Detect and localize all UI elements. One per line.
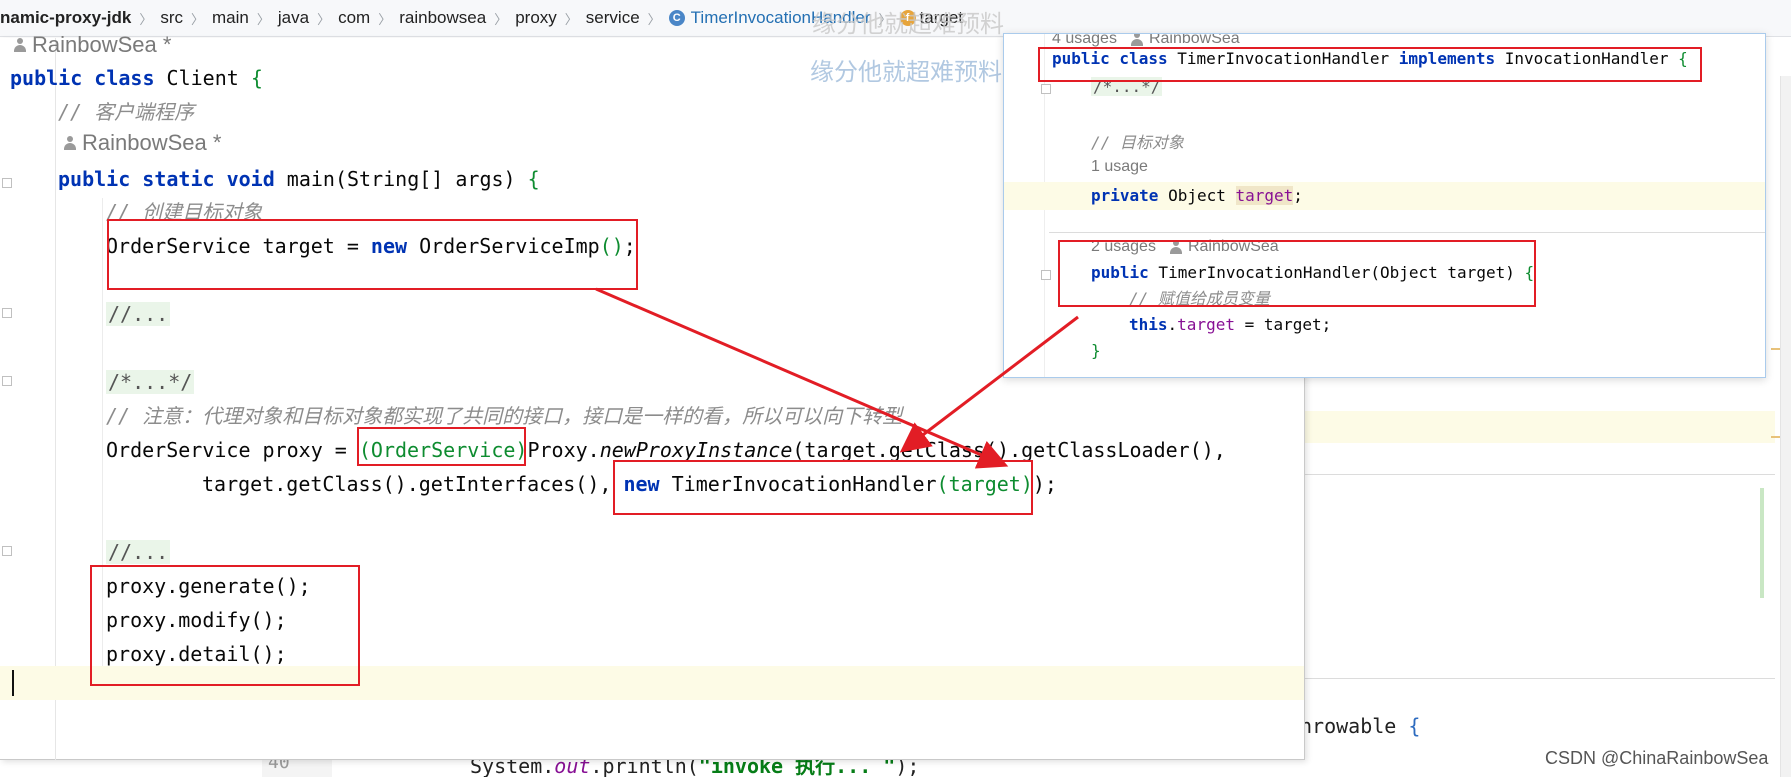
chevron-right-icon: 〉	[317, 11, 331, 27]
code-line-field[interactable]: private Object target;	[1091, 185, 1303, 207]
watermark-text: 缘分他就超难预料	[812, 11, 1004, 38]
code-line-class-decl[interactable]: public class Client {	[10, 64, 263, 92]
breadcrumb-project[interactable]: namic-proxy-jdk	[0, 8, 131, 28]
breadcrumb-java[interactable]: java	[278, 8, 309, 28]
code-line-close[interactable]: }	[1091, 340, 1101, 362]
highlight-box-calls	[90, 565, 360, 686]
gutter-divider	[55, 38, 56, 760]
credit-watermark: CSDN @ChinaRainbowSea	[1545, 748, 1769, 768]
fold-icon[interactable]	[1041, 84, 1051, 94]
highlight-box-cast	[357, 427, 526, 466]
code-line-fold[interactable]: //...	[106, 300, 171, 328]
chevron-right-icon: 〉	[564, 11, 578, 27]
class-icon: C	[668, 10, 685, 26]
author-hint: RainbowSea *	[64, 130, 221, 156]
chevron-right-icon: 〉	[139, 11, 153, 27]
person-icon	[14, 38, 26, 52]
chevron-right-icon: 〉	[494, 11, 508, 27]
editor-scrollbar[interactable]	[1780, 76, 1791, 777]
breadcrumb-rainbowsea[interactable]: rainbowsea	[399, 8, 486, 28]
author-hint: RainbowSea *	[14, 32, 171, 58]
usages-hint[interactable]: 1 usage	[1091, 158, 1148, 176]
usages-hint[interactable]: 4 usages RainbowSea	[1052, 34, 1240, 48]
fold-icon[interactable]	[2, 308, 12, 318]
highlight-box-constructor	[1058, 240, 1536, 307]
highlight-box-handler-class	[1038, 47, 1702, 82]
background-code-throws: hrowable {	[1300, 714, 1421, 738]
person-icon	[1130, 34, 1143, 46]
chevron-right-icon: 〉	[191, 11, 205, 27]
person-icon	[64, 136, 76, 150]
watermark-text: 缘分他就超难预料	[810, 59, 1002, 86]
fold-icon[interactable]	[1041, 270, 1051, 280]
highlight-box-new-handler	[613, 460, 1033, 515]
breadcrumb-main[interactable]: main	[212, 8, 249, 28]
code-line-comment[interactable]: // 注意：代理对象和目标对象都实现了共同的接口，接口是一样的看，所以可以向下转…	[106, 402, 902, 430]
code-line-assign[interactable]: this.target = target;	[1129, 314, 1331, 336]
code-line-fold[interactable]: /*...*/	[106, 368, 195, 396]
breadcrumb-proxy[interactable]: proxy	[515, 8, 557, 28]
breadcrumb-src[interactable]: src	[160, 8, 183, 28]
highlight-box-target	[107, 219, 638, 290]
handler-code-popup: 4 usages RainbowSea public class TimerInv…	[1003, 33, 1766, 378]
code-line-fold[interactable]: //...	[106, 538, 171, 566]
fold-icon[interactable]	[2, 178, 12, 188]
fold-icon[interactable]	[2, 546, 12, 556]
section-divider	[1049, 232, 1765, 233]
chevron-right-icon: 〉	[647, 11, 661, 27]
fold-icon[interactable]	[2, 376, 12, 386]
background-divider	[1305, 678, 1775, 679]
breadcrumb-service[interactable]: service	[586, 8, 640, 28]
code-line-comment[interactable]: // 目标对象	[1091, 132, 1184, 154]
text-caret	[12, 670, 14, 696]
breadcrumb-com[interactable]: com	[338, 8, 370, 28]
code-line-main-decl[interactable]: public static void main(String[] args) {	[58, 165, 540, 193]
code-line-comment[interactable]: // 客户端程序	[58, 98, 194, 126]
chevron-right-icon: 〉	[378, 11, 392, 27]
change-marker	[1760, 488, 1764, 598]
chevron-right-icon: 〉	[256, 11, 270, 27]
